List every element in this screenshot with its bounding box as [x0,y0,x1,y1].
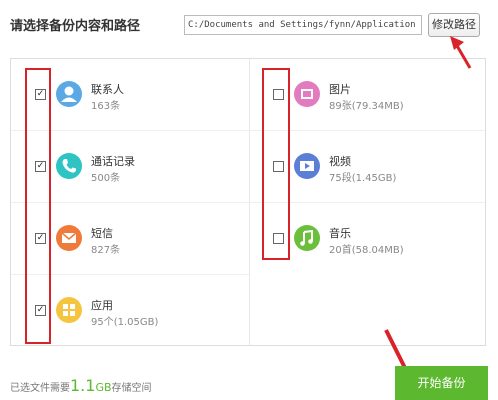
item-name: 通话记录 [91,155,135,168]
storage-size: 1.1 [70,376,96,395]
item-count: 500条 [91,173,121,184]
item-name: 应用 [91,299,113,312]
message-icon [56,225,82,251]
item-count: 827条 [91,245,121,256]
arrow-to-change-path-icon [450,36,472,69]
row-divider [11,130,485,131]
annotation-box-left [25,68,51,344]
pictures-icon [294,81,320,107]
item-count: 20首(58.04MB) [329,245,404,256]
apps-icon [56,297,82,323]
item-name: 图片 [329,83,351,96]
page-title: 请选择备份内容和路径 [10,19,141,34]
video-icon [294,153,320,179]
item-count: 95个(1.05GB) [91,317,159,328]
row-divider [11,202,485,203]
annotation-box-right [262,68,290,260]
backup-content-panel: ✓ 联系人 163条 ✓ 通话记录 500条 ✓ 短信 827条 ✓ 应用 95… [10,58,486,346]
backup-path-field[interactable]: C:/Documents and Settings/fynn/Applicati… [184,15,422,35]
phone-icon [56,153,82,179]
item-name: 短信 [91,227,113,240]
contacts-icon [56,81,82,107]
item-count: 89张(79.34MB) [329,101,404,112]
storage-unit: GB [95,381,112,394]
storage-summary: 已选文件需要1.1GB存储空间 [10,376,152,395]
storage-suffix: 存储空间 [111,383,152,394]
item-name: 音乐 [329,227,351,240]
item-count: 75段(1.45GB) [329,173,397,184]
storage-prefix: 已选文件需要 [10,383,70,394]
music-icon [294,225,320,251]
item-name: 联系人 [91,83,124,96]
item-count: 163条 [91,101,121,112]
item-name: 视频 [329,155,351,168]
start-backup-button[interactable]: 开始备份 [395,366,488,400]
